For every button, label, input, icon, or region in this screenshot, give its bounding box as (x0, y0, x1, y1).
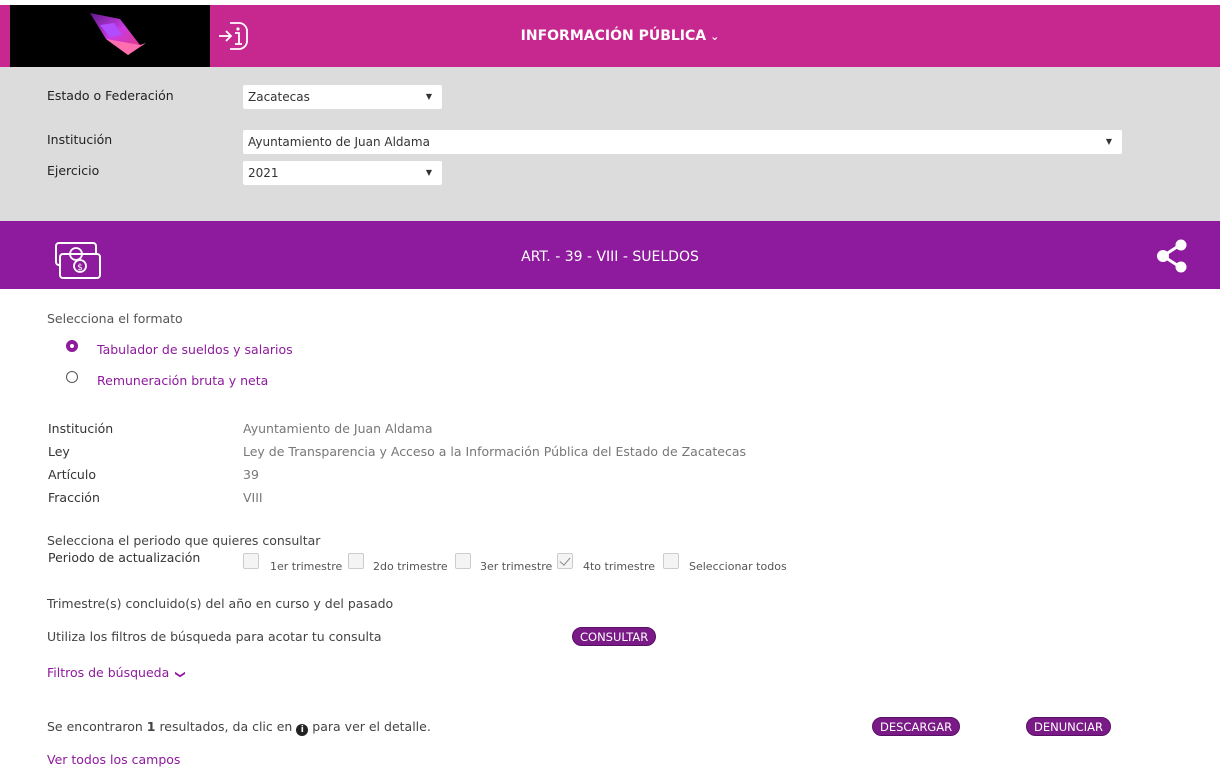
dropdown-arrow-icon: ▼ (1105, 137, 1112, 146)
dropdown-arrow-icon: ▼ (425, 92, 432, 101)
section-band: $ ART. - 39 - VIII - SUELDOS (0, 221, 1220, 289)
label-4to-trimestre[interactable]: 4to trimestre (583, 560, 655, 573)
checkbox-1er-trimestre[interactable] (243, 553, 259, 569)
period-note: Trimestre(s) concluido(s) del año en cur… (47, 596, 394, 611)
detail-value-fraccion: VIII (243, 490, 263, 505)
ver-todos-campos-link[interactable]: Ver todos los campos (47, 752, 180, 767)
format-prompt: Selecciona el formato (47, 311, 183, 326)
detail-value-ley: Ley de Transparencia y Acceso a la Infor… (243, 444, 747, 459)
detail-label-institucion: Institución (48, 421, 114, 436)
period-label: Periodo de actualización (48, 550, 201, 565)
estado-label: Estado o Federación (47, 88, 174, 103)
results-suffix: para ver el detalle. (308, 719, 431, 734)
estado-select[interactable]: Zacatecas ▼ (243, 85, 442, 109)
results-prefix: Se encontraron (47, 719, 147, 734)
denunciar-button[interactable]: DENUNCIAR (1026, 717, 1112, 736)
label-3er-trimestre[interactable]: 3er trimestre (480, 560, 552, 573)
info-icon: i (296, 724, 309, 736)
ejercicio-select[interactable]: 2021 ▼ (243, 161, 442, 185)
header-title: INFORMACIÓN PÚBLICA (520, 28, 707, 44)
info-publica-menu[interactable]: INFORMACIÓN PÚBLICA ⌄ (0, 5, 1220, 67)
estado-value: Zacatecas (248, 90, 310, 104)
radio-tabulador[interactable] (66, 340, 78, 352)
label-1er-trimestre[interactable]: 1er trimestre (270, 560, 342, 573)
period-prompt: Selecciona el periodo que quieres consul… (47, 533, 321, 548)
dropdown-arrow-icon: ▼ (425, 168, 432, 177)
share-icon[interactable] (1156, 239, 1188, 273)
descargar-button[interactable]: DESCARGAR (872, 717, 961, 736)
detail-label-ley: Ley (48, 444, 70, 459)
detail-label-articulo: Artículo (48, 467, 96, 482)
filters-link[interactable]: Filtros de búsqueda ❯ (47, 665, 186, 680)
ejercicio-value: 2021 (248, 166, 279, 180)
checkbox-seleccionar-todos[interactable] (663, 553, 679, 569)
results-summary: Se encontraron 1 resultados, da clic en … (47, 719, 431, 736)
option-tabulador-label[interactable]: Tabulador de sueldos y salarios (97, 342, 293, 357)
institucion-label: Institución (47, 132, 113, 147)
label-seleccionar-todos[interactable]: Seleccionar todos (689, 560, 787, 573)
search-hint: Utiliza los filtros de búsqueda para aco… (47, 629, 382, 644)
checkbox-2do-trimestre[interactable] (348, 553, 364, 569)
radio-remuneracion[interactable] (66, 371, 78, 383)
filters-link-label: Filtros de búsqueda (47, 665, 170, 680)
filter-panel: Estado o Federación Zacatecas ▼ Instituc… (0, 67, 1220, 221)
checkbox-3er-trimestre[interactable] (455, 553, 471, 569)
results-middle: resultados, da clic en (155, 719, 297, 734)
chevron-down-icon: ❯ (174, 670, 186, 679)
chevron-down-icon: ⌄ (710, 30, 720, 43)
detail-label-fraccion: Fracción (48, 490, 100, 505)
ejercicio-label: Ejercicio (47, 163, 100, 178)
detail-value-articulo: 39 (243, 467, 259, 482)
institucion-value: Ayuntamiento de Juan Aldama (248, 135, 430, 149)
section-title: ART. - 39 - VIII - SUELDOS (521, 249, 699, 265)
detail-value-institucion: Ayuntamiento de Juan Aldama (243, 421, 433, 436)
institucion-select[interactable]: Ayuntamiento de Juan Aldama ▼ (243, 130, 1122, 154)
checkbox-4to-trimestre[interactable] (557, 553, 573, 569)
option-remuneracion-label[interactable]: Remuneración bruta y neta (97, 373, 268, 388)
top-header: INFORMACIÓN PÚBLICA ⌄ (0, 5, 1220, 67)
consultar-button[interactable]: CONSULTAR (572, 627, 657, 646)
label-2do-trimestre[interactable]: 2do trimestre (373, 560, 448, 573)
